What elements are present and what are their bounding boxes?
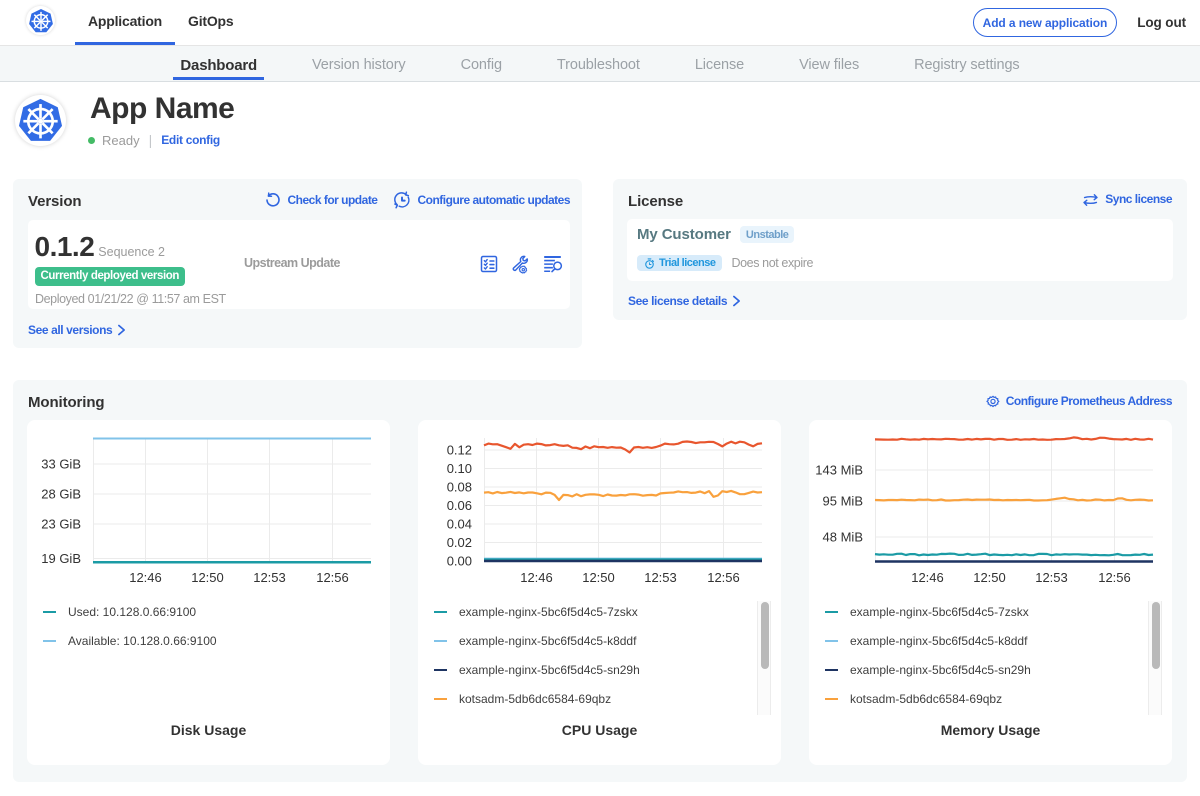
svg-text:12:50: 12:50 [191,570,224,585]
svg-text:33 GiB: 33 GiB [41,457,81,472]
svg-text:0.04: 0.04 [447,517,472,532]
svg-text:12:56: 12:56 [707,570,740,585]
svg-text:12:53: 12:53 [644,570,677,585]
svg-text:23 GiB: 23 GiB [41,517,81,532]
svg-text:12:53: 12:53 [1035,570,1068,585]
svg-text:0.02: 0.02 [447,535,472,550]
svg-text:28 GiB: 28 GiB [41,487,81,502]
svg-text:12:50: 12:50 [582,570,615,585]
svg-text:48 MiB: 48 MiB [823,530,863,545]
svg-text:12:46: 12:46 [911,570,944,585]
svg-text:0.10: 0.10 [447,461,472,476]
svg-text:0.00: 0.00 [447,554,472,569]
svg-text:12:56: 12:56 [1098,570,1131,585]
svg-text:0.08: 0.08 [447,480,472,495]
svg-text:12:50: 12:50 [973,570,1006,585]
svg-text:0.12: 0.12 [447,443,472,458]
svg-text:12:53: 12:53 [253,570,286,585]
svg-text:12:56: 12:56 [316,570,349,585]
svg-text:12:46: 12:46 [129,570,162,585]
svg-text:0.06: 0.06 [447,498,472,513]
svg-text:12:46: 12:46 [520,570,553,585]
svg-text:95 MiB: 95 MiB [823,494,863,509]
svg-text:19 GiB: 19 GiB [41,551,81,566]
svg-text:143 MiB: 143 MiB [815,463,863,478]
